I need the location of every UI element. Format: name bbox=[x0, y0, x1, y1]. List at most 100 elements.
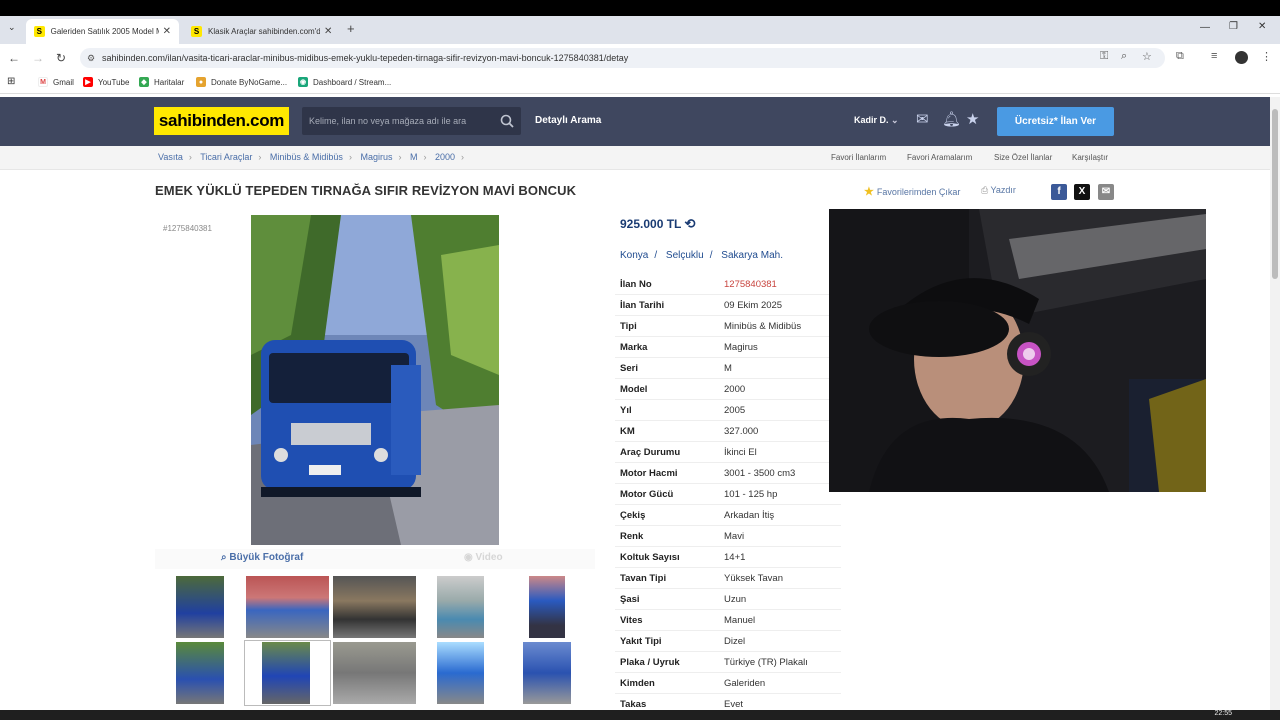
tab-title: Galeriden Satılık 2005 Model Magirus bbox=[50, 27, 159, 36]
print-link[interactable]: ⎙ Yazdır bbox=[981, 185, 1016, 196]
breadcrumb-item[interactable]: 2000 bbox=[435, 152, 455, 162]
zoom-icon[interactable]: ⌕ bbox=[1121, 50, 1127, 63]
key-icon[interactable]: ⚿ bbox=[1100, 50, 1108, 63]
thumbnail-gallery bbox=[155, 572, 595, 712]
page-scrollbar[interactable] bbox=[1270, 97, 1280, 710]
apps-grid-icon[interactable]: ⊞ bbox=[7, 76, 15, 87]
email-share-icon[interactable]: ✉ bbox=[1098, 184, 1114, 200]
bookmark-haritalar[interactable]: ◆ Haritalar bbox=[139, 77, 184, 87]
thumbnail-selected[interactable] bbox=[244, 640, 331, 706]
thumbnail[interactable] bbox=[333, 642, 416, 704]
tab-galeriden[interactable]: S Galeriden Satılık 2005 Model Magirus ✕ bbox=[26, 19, 179, 44]
listing-title: EMEK YÜKLÜ TEPEDEN TIRNAĞA SIFIR REVİZYO… bbox=[155, 183, 577, 198]
thumbnail[interactable] bbox=[176, 576, 224, 638]
x-share-icon[interactable]: X bbox=[1074, 184, 1090, 200]
search-box bbox=[302, 107, 521, 135]
spec-row: Vites Manuel bbox=[615, 610, 841, 631]
favorite-searches-link[interactable]: Favori Aramalarım bbox=[907, 153, 972, 162]
url-field[interactable]: ⚙ sahibinden.com/ilan/vasita-ticari-arac… bbox=[80, 48, 1165, 68]
big-photo-button[interactable]: ⌕ Büyük Fotoğraf bbox=[221, 552, 303, 563]
spec-key: Model bbox=[620, 384, 648, 395]
location-city[interactable]: Konya bbox=[620, 250, 648, 261]
spec-key: Vites bbox=[620, 615, 643, 626]
window-close-icon[interactable]: ✕ bbox=[1258, 21, 1266, 32]
site-header: sahibinden.com Detaylı Arama Kadir D. ⌄ … bbox=[0, 97, 1270, 146]
spec-value: Mavi bbox=[724, 531, 745, 542]
spec-key: Kimden bbox=[620, 678, 655, 689]
spec-value: Manuel bbox=[724, 615, 756, 626]
bookmark-youtube[interactable]: ▶ YouTube bbox=[83, 77, 129, 87]
menu-icon[interactable]: ⋮ bbox=[1261, 50, 1272, 63]
mail-icon[interactable]: ✉ bbox=[916, 112, 934, 128]
tab-title: Klasik Araçlar sahibinden.com'da bbox=[208, 27, 320, 36]
thumbnail[interactable] bbox=[529, 576, 565, 638]
bookmarks-bar: ⊞ M Gmail ▶ YouTube ◆ Haritalar ● Donate ByN… bbox=[0, 72, 1280, 94]
back-icon[interactable]: ← bbox=[8, 51, 20, 65]
search-icon[interactable] bbox=[500, 114, 514, 128]
search-input[interactable] bbox=[302, 107, 492, 135]
tab-klasik-araclar[interactable]: S Klasik Araçlar sahibinden.com'da ✕ bbox=[183, 19, 343, 44]
video-button[interactable]: ◉ Video bbox=[464, 552, 503, 563]
thumbnail[interactable] bbox=[523, 642, 571, 704]
profile-avatar[interactable] bbox=[1235, 51, 1248, 64]
thumbnail[interactable] bbox=[437, 576, 484, 638]
reading-list-icon[interactable]: ≡ bbox=[1211, 50, 1217, 62]
close-icon[interactable]: ✕ bbox=[324, 26, 332, 37]
thumbnail[interactable] bbox=[246, 576, 329, 638]
bookmark-label: YouTube bbox=[98, 77, 130, 87]
bookmark-donate[interactable]: ● Donate ByNoGame... bbox=[196, 77, 287, 87]
bookmark-gmail[interactable]: M Gmail bbox=[38, 77, 74, 87]
bell-icon[interactable]: 🔔︎ bbox=[942, 112, 961, 128]
spec-key: Araç Durumu bbox=[620, 447, 681, 458]
spec-row: Seri M bbox=[615, 358, 841, 379]
spec-value: 327.000 bbox=[724, 426, 759, 437]
extensions-icon[interactable]: ⧉ bbox=[1176, 50, 1184, 63]
tab-search-icon[interactable]: ⌄ bbox=[8, 22, 16, 33]
magnifier-icon: ⌕ bbox=[221, 552, 227, 563]
spec-value: 101 - 125 hp bbox=[724, 489, 778, 500]
scrollbar-thumb[interactable] bbox=[1272, 109, 1278, 279]
bookmark-star-icon[interactable]: ☆ bbox=[1142, 50, 1152, 63]
print-label: Yazdır bbox=[990, 185, 1016, 195]
special-listings-link[interactable]: Size Özel İlanlar bbox=[994, 153, 1052, 162]
spec-row: Motor Gücü 101 - 125 hp bbox=[615, 484, 841, 505]
breadcrumb-item[interactable]: M bbox=[410, 152, 418, 162]
remove-favorite-link[interactable]: ★ Favorilerimden Çıkar bbox=[864, 185, 960, 198]
close-icon[interactable]: ✕ bbox=[163, 26, 171, 37]
breadcrumb-item[interactable]: Magirus bbox=[360, 152, 392, 162]
new-tab-button[interactable]: + bbox=[347, 21, 355, 36]
video-label: Video bbox=[475, 552, 503, 563]
restore-icon[interactable]: ❐ bbox=[1229, 21, 1238, 32]
compare-link[interactable]: Karşılaştır bbox=[1072, 153, 1108, 162]
bookmark-dashboard[interactable]: ◉ Dashboard / Stream... bbox=[298, 77, 391, 87]
main-photo[interactable] bbox=[251, 215, 499, 545]
post-ad-button[interactable]: Ücretsiz* İlan Ver bbox=[997, 107, 1114, 136]
user-menu[interactable]: Kadir D. ⌄ bbox=[854, 115, 899, 126]
star-icon[interactable]: ★ bbox=[966, 112, 984, 128]
breadcrumb-item[interactable]: Minibüs & Midibüs bbox=[270, 152, 343, 162]
minimize-icon[interactable]: — bbox=[1200, 22, 1210, 33]
spec-value: 14+1 bbox=[724, 552, 746, 563]
breadcrumb-item[interactable]: Vasıta bbox=[158, 152, 183, 162]
location-neighborhood[interactable]: Sakarya Mah. bbox=[721, 250, 783, 261]
facebook-share-icon[interactable]: f bbox=[1051, 184, 1067, 200]
thumbnail[interactable] bbox=[333, 576, 416, 638]
thumbnail[interactable] bbox=[176, 642, 224, 704]
site-settings-icon[interactable]: ⚙ bbox=[87, 48, 95, 68]
favorite-listings-link[interactable]: Favori İlanlarım bbox=[831, 153, 886, 162]
spec-value: Arkadan İtiş bbox=[724, 510, 775, 521]
reload-icon[interactable]: ↻ bbox=[56, 51, 66, 65]
site-logo[interactable]: sahibinden.com bbox=[154, 107, 289, 135]
spec-row: Tavan Tipi Yüksek Tavan bbox=[615, 568, 841, 589]
star-icon: ★ bbox=[864, 186, 874, 198]
spec-key: Renk bbox=[620, 531, 644, 542]
forward-icon[interactable]: → bbox=[32, 51, 44, 65]
breadcrumb-item[interactable]: Ticari Araçlar bbox=[200, 152, 252, 162]
location-district[interactable]: Selçuklu bbox=[666, 250, 704, 261]
thumbnail[interactable] bbox=[437, 642, 484, 704]
price-history-icon[interactable]: ⟲ bbox=[685, 216, 696, 231]
spec-value: Evet bbox=[724, 699, 744, 710]
youtube-icon: ▶ bbox=[83, 77, 93, 87]
detailed-search-link[interactable]: Detaylı Arama bbox=[535, 115, 601, 126]
spec-row: Çekiş Arkadan İtiş bbox=[615, 505, 841, 526]
